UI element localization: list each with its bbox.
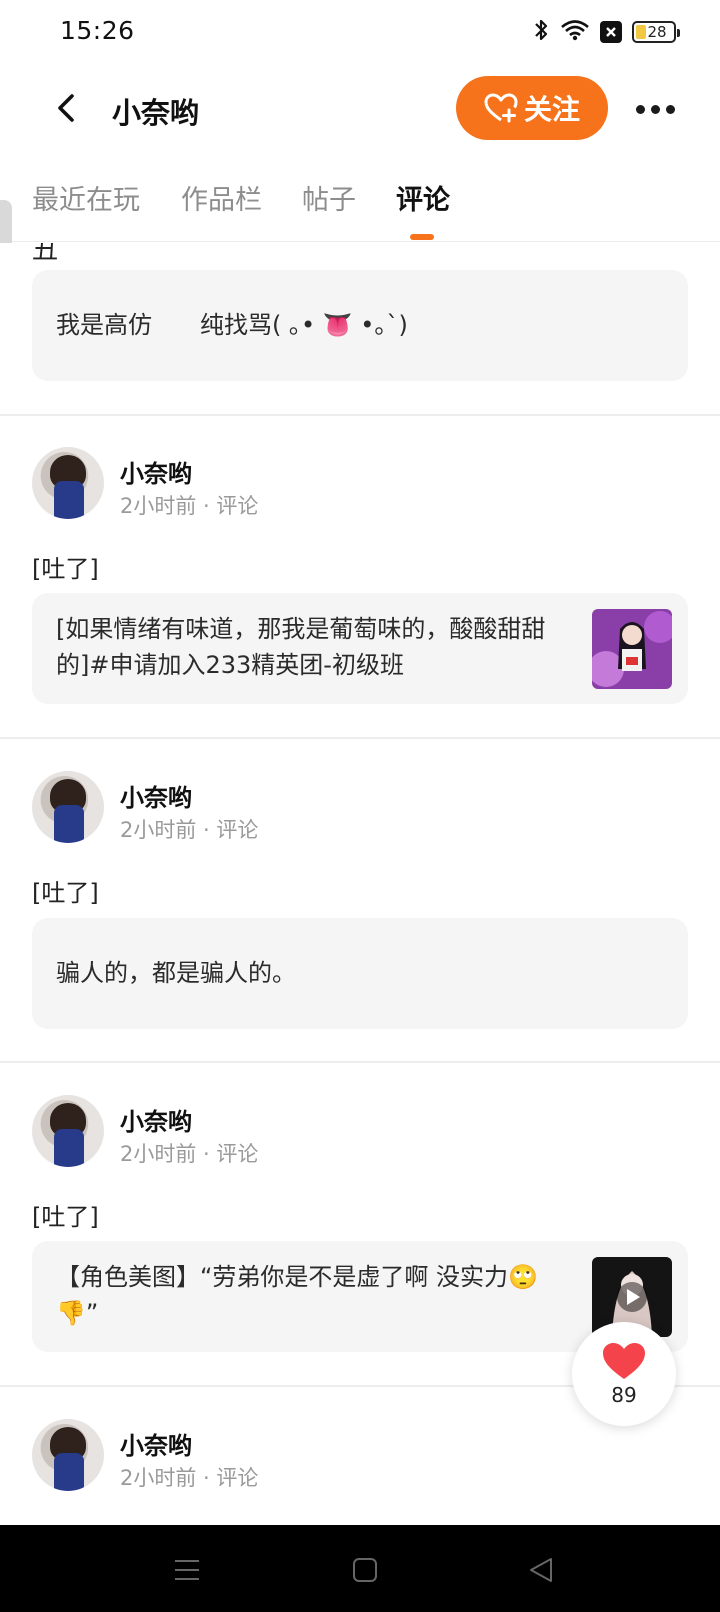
tab-comments[interactable]: 评论 [396,178,450,217]
status-bar: 15:26 28 [0,0,720,66]
comment-meta: 2小时前 · 评论 [120,1466,259,1490]
battery-level: 28 [647,23,667,41]
more-icon-dot [665,104,675,114]
divider [0,1061,720,1063]
tab-recent-played[interactable]: 最近在玩 [32,178,140,217]
quoted-post[interactable]: [如果情绪有味道，那我是葡萄味的，酸酸甜甜 的]#申请加入233精英团-初级班 [32,593,688,704]
more-icon [635,104,645,114]
partial-comment-text: 丑 [32,243,59,265]
home-square-icon [353,1558,377,1582]
no-sim-icon [600,21,622,43]
system-nav-bar [0,1525,720,1612]
avatar[interactable] [32,447,104,519]
tab-indicator [410,234,434,240]
tab-posts[interactable]: 帖子 [302,178,356,217]
page-title: 小奈哟 [112,96,200,130]
quoted-post-text: 【角色美图】“劳弟你是不是虚了啊 没实力🙄 [56,1263,538,1291]
heart-icon [603,1343,645,1379]
battery-icon: 28 [632,21,680,43]
quoted-post-text: 的]#申请加入233精英团-初级班 [56,651,404,679]
avatar[interactable] [32,771,104,843]
follow-label: 关注 [523,93,580,126]
bluetooth-icon [532,18,550,46]
tab-bar: 最近在玩 作品栏 帖子 评论 [0,152,720,242]
avatar[interactable] [32,1095,104,1167]
status-time: 15:26 [60,16,135,45]
comment-text: [吐了] [32,555,99,583]
comment-text: [吐了] [32,879,99,907]
more-button[interactable] [630,92,680,126]
wifi-icon [560,19,590,45]
comment-meta: 2小时前 · 评论 [120,494,259,518]
back-button[interactable] [46,88,86,128]
back-triangle-icon [530,1558,552,1582]
home-button[interactable] [350,1555,380,1585]
profile-header: 小奈哟 关注 [0,66,720,152]
comment-meta: 2小时前 · 评论 [120,1142,259,1166]
quoted-post[interactable]: 骗人的，都是骗人的。 [32,918,688,1029]
status-icons: 28 [532,18,680,46]
quoted-post-text: [如果情绪有味道，那我是葡萄味的，酸酸甜甜 [56,615,546,643]
back-arrow-icon [58,94,74,122]
username[interactable]: 小奈哟 [120,778,192,813]
username[interactable]: 小奈哟 [120,454,192,489]
follow-button[interactable]: 关注 [456,76,608,140]
quoted-post-text: 👎” [56,1299,99,1327]
add-heart-icon [484,93,518,123]
back-nav-button[interactable] [526,1555,556,1585]
quoted-post-text: 我是高仿 纯找骂( ｡• 👅 •｡`) [56,311,408,339]
comment-meta: 2小时前 · 评论 [120,818,259,842]
recent-apps-button[interactable] [172,1555,202,1585]
username[interactable]: 小奈哟 [120,1426,192,1461]
quoted-post-text: 骗人的，都是骗人的。 [56,959,296,987]
like-button[interactable]: 89 [572,1322,676,1426]
comment-text: [吐了] [32,1203,99,1231]
avatar[interactable] [32,1419,104,1491]
like-count: 89 [611,1383,637,1407]
divider [0,737,720,739]
quoted-post[interactable]: 我是高仿 纯找骂( ｡• 👅 •｡`) [32,270,688,381]
tab-works[interactable]: 作品栏 [181,178,262,217]
divider [0,414,720,416]
post-thumbnail [592,609,672,689]
username[interactable]: 小奈哟 [120,1102,192,1137]
menu-icon [175,1560,199,1580]
more-icon-dot [650,104,660,114]
